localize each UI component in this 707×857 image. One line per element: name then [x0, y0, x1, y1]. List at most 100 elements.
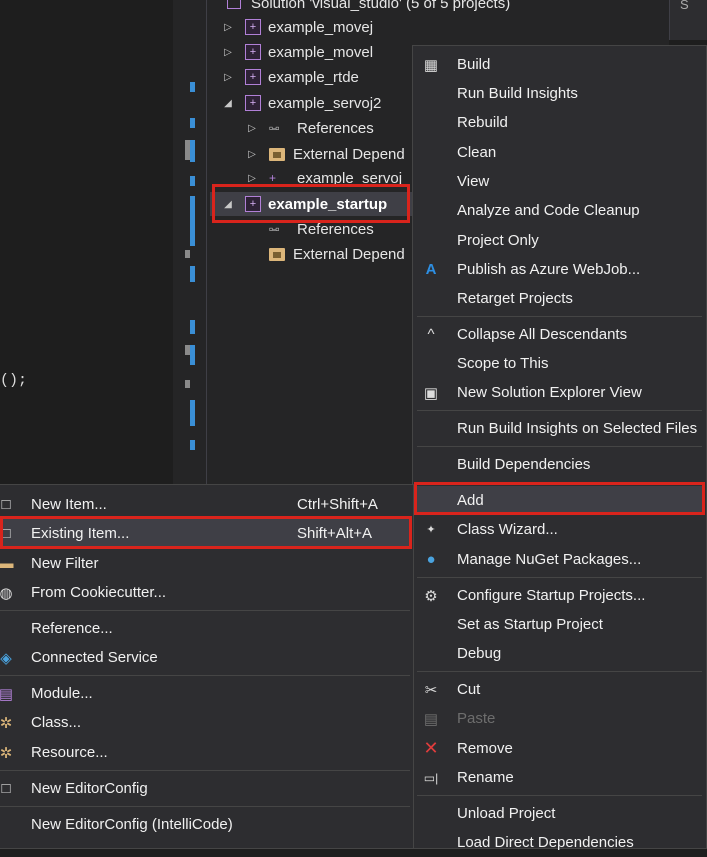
- menu-item-run-build-insights-selected[interactable]: Run Build Insights on Selected Files: [413, 414, 706, 443]
- menu-item-project-only[interactable]: Project Only: [413, 226, 706, 255]
- menu-item-collapse-all[interactable]: ^ Collapse All Descendants: [413, 320, 706, 349]
- menu-item-set-startup[interactable]: Set as Startup Project: [413, 610, 706, 639]
- submenu-item-from-cookiecutter[interactable]: ◍ From Cookiecutter...: [0, 578, 412, 607]
- scroll-marker: [185, 380, 190, 388]
- change-marker: [190, 345, 195, 365]
- submenu-item-connected-service[interactable]: ◈ Connected Service: [0, 643, 412, 672]
- submenu-item-new-editorconfig[interactable]: □ New EditorConfig: [0, 774, 412, 803]
- menu-item-debug[interactable]: Debug: [413, 639, 706, 668]
- submenu-item-resource[interactable]: ✲ Resource...: [0, 738, 412, 767]
- menu-item-run-build-insights[interactable]: Run Build Insights: [413, 79, 706, 108]
- change-marker: [190, 82, 195, 92]
- tree-item-label: example_movel: [268, 43, 374, 61]
- expand-arrow-icon[interactable]: ▷: [221, 47, 235, 58]
- menu-item-load-direct-dependencies[interactable]: Load Direct Dependencies: [413, 828, 706, 857]
- submenu-item-existing-item[interactable]: □ Existing Item... Shift+Alt+A: [0, 519, 410, 548]
- submenu-item-reference[interactable]: Reference...: [0, 614, 412, 643]
- tree-item-label: example_servoj2: [268, 94, 382, 112]
- tree-item-external-dependencies[interactable]: External Depend: [269, 242, 405, 266]
- expand-arrow-icon[interactable]: ▷: [245, 173, 259, 184]
- tree-item-label: External Depend: [293, 245, 405, 263]
- collapse-arrow-icon[interactable]: ◢: [221, 199, 235, 210]
- tree-item-external-dependencies[interactable]: ▷ External Depend: [245, 142, 405, 166]
- tree-item-example-movel[interactable]: ▷ + example_movel: [221, 40, 373, 64]
- menu-item-remove[interactable]: ✕ Remove: [413, 734, 706, 763]
- change-marker: [190, 176, 195, 186]
- menu-item-label: Collapse All Descendants: [457, 326, 628, 343]
- menu-item-label: Retarget Projects: [457, 290, 573, 307]
- submenu-item-new-filter[interactable]: ▬ New Filter: [0, 549, 412, 578]
- tree-item-example-startup[interactable]: ◢ + example_startup: [210, 192, 419, 216]
- tree-item-label: example_movej: [268, 18, 374, 36]
- solution-row[interactable]: Solution 'visual_studio' (5 of 5 project…: [227, 0, 510, 15]
- editorconfig-icon: □: [1, 780, 11, 797]
- references-icon: ▫-▫: [269, 121, 280, 135]
- menu-separator: [0, 806, 410, 807]
- menu-item-rename[interactable]: ▭| Rename: [413, 763, 706, 792]
- menu-item-build-dependencies[interactable]: Build Dependencies: [413, 450, 706, 479]
- azure-icon: A: [425, 261, 437, 278]
- expand-arrow-icon[interactable]: ▷: [245, 149, 259, 160]
- tree-item-source-file[interactable]: ▷ + example_servoj: [245, 166, 402, 190]
- menu-item-label: New EditorConfig (IntelliCode): [31, 816, 233, 833]
- menu-item-label: Configure Startup Projects...: [457, 587, 646, 604]
- menu-item-label: Set as Startup Project: [457, 616, 603, 633]
- menu-item-scope-to-this[interactable]: Scope to This: [413, 349, 706, 378]
- tree-item-label: example_rtde: [268, 68, 359, 86]
- menu-item-unload-project[interactable]: Unload Project: [413, 799, 706, 828]
- menu-item-retarget-projects[interactable]: Retarget Projects: [413, 284, 706, 313]
- submenu-item-new-editorconfig-intellicode[interactable]: New EditorConfig (IntelliCode): [0, 810, 412, 839]
- menu-item-rebuild[interactable]: Rebuild: [413, 108, 706, 137]
- expand-arrow-icon[interactable]: ▷: [221, 72, 235, 83]
- cpp-project-icon: +: [245, 44, 261, 60]
- menu-item-label: New EditorConfig: [31, 780, 148, 797]
- menu-item-add[interactable]: Add: [415, 486, 704, 515]
- menu-item-label: Build Dependencies: [457, 456, 591, 473]
- expand-arrow-icon[interactable]: ▷: [245, 123, 259, 134]
- tree-item-example-movej[interactable]: ▷ + example_movej: [221, 15, 373, 39]
- connected-service-icon: ◈: [0, 649, 12, 667]
- change-marker: [190, 320, 195, 334]
- menu-item-label: View: [457, 173, 490, 190]
- tree-item-example-servoj2[interactable]: ◢ + example_servoj2: [221, 91, 381, 115]
- menu-item-label: Scope to This: [457, 355, 549, 372]
- cpp-project-icon: +: [245, 196, 261, 212]
- menu-item-label: Module...: [31, 685, 93, 702]
- menu-item-label: New Item...: [31, 496, 107, 513]
- side-tab-strip[interactable]: S: [669, 0, 707, 40]
- menu-item-label: Debug: [457, 645, 502, 662]
- tree-item-example-rtde[interactable]: ▷ + example_rtde: [221, 65, 359, 89]
- menu-item-cut[interactable]: ✂ Cut: [413, 675, 706, 704]
- collapse-arrow-icon[interactable]: ◢: [221, 98, 235, 109]
- menu-item-label: Publish as Azure WebJob...: [457, 261, 641, 278]
- menu-separator: [0, 770, 410, 771]
- change-marker: [190, 118, 195, 128]
- submenu-item-class[interactable]: ✲ Class...: [0, 708, 412, 737]
- menu-item-label: Run Build Insights on Selected Files: [457, 420, 698, 437]
- menu-item-configure-startup[interactable]: ⚙ Configure Startup Projects...: [413, 581, 706, 610]
- tree-item-label: External Depend: [293, 145, 405, 163]
- rename-icon: ▭|: [423, 770, 439, 785]
- cpp-project-icon: +: [245, 95, 261, 111]
- menu-item-label: Paste: [457, 710, 496, 727]
- tree-item-references[interactable]: ▫-▫ References: [269, 217, 374, 241]
- tree-item-label: example_servoj: [297, 169, 403, 187]
- menu-item-build[interactable]: ▦ Build: [413, 50, 706, 79]
- build-icon: ▦: [423, 56, 439, 74]
- menu-item-view[interactable]: View: [413, 167, 706, 196]
- solution-label: Solution 'visual_studio' (5 of 5 project…: [251, 0, 511, 12]
- change-marker: [190, 196, 195, 246]
- menu-item-new-solution-explorer-view[interactable]: ▣ New Solution Explorer View: [413, 378, 706, 407]
- menu-item-manage-nuget[interactable]: ● Manage NuGet Packages...: [413, 545, 706, 574]
- menu-item-clean[interactable]: Clean: [413, 138, 706, 167]
- submenu-item-module[interactable]: ▤ Module...: [0, 679, 412, 708]
- menu-item-publish-azure[interactable]: A Publish as Azure WebJob...: [413, 255, 706, 284]
- menu-item-class-wizard[interactable]: ✦ Class Wizard...: [413, 515, 706, 544]
- menu-item-label: New Solution Explorer View: [457, 384, 642, 401]
- menu-item-analyze-code-cleanup[interactable]: Analyze and Code Cleanup: [413, 196, 706, 225]
- expand-arrow-icon[interactable]: ▷: [221, 22, 235, 33]
- submenu-item-new-item[interactable]: □ New Item... Ctrl+Shift+A: [0, 490, 412, 519]
- change-marker: [190, 440, 195, 450]
- project-context-menu: ▦ Build Run Build Insights Rebuild Clean…: [412, 45, 707, 851]
- tree-item-references[interactable]: ▷ ▫-▫ References: [245, 116, 374, 140]
